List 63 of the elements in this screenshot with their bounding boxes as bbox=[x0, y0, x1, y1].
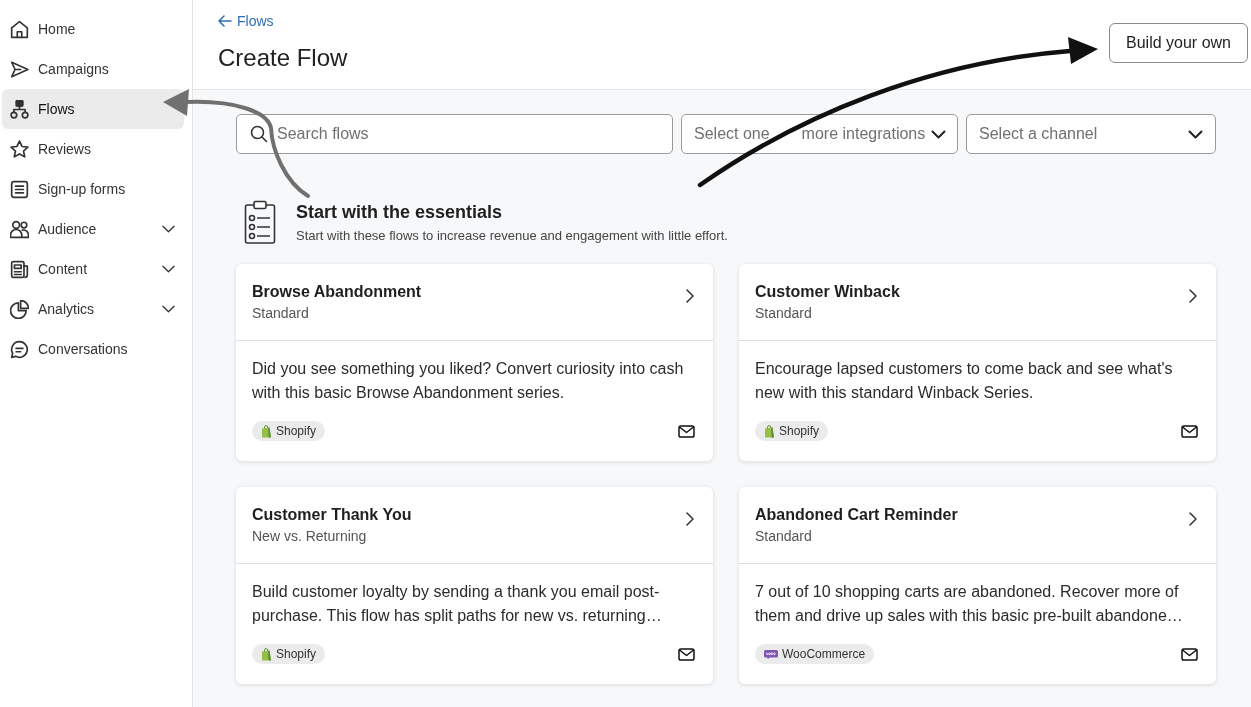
card-subtitle: New vs. Returning bbox=[252, 527, 368, 546]
hierarchy-icon bbox=[10, 99, 29, 119]
flow-card[interactable]: Abandoned Cart Reminder Standard 7 out of 10 shopping carts are abandoned. Recover more of them and drive up sales with this basic pre-built abandone… WooCommerce bbox=[739, 487, 1216, 684]
chevron-right-icon bbox=[686, 289, 694, 303]
mail-icon bbox=[1181, 424, 1198, 438]
search-icon bbox=[250, 125, 268, 143]
mail-icon bbox=[678, 647, 695, 661]
sidebar-item[interactable]: Audience bbox=[2, 209, 184, 249]
form-icon bbox=[10, 179, 29, 199]
mail-icon bbox=[1181, 647, 1198, 661]
clipboard-checklist-icon bbox=[244, 200, 276, 244]
sidebar-item[interactable]: Flows bbox=[2, 89, 184, 129]
shopping-bag-icon bbox=[261, 424, 272, 438]
home-icon bbox=[10, 19, 29, 39]
section-subtitle: Start with these flows to increase revenue and engagement with little effort. bbox=[296, 227, 728, 245]
search-field[interactable]: Search flows bbox=[236, 114, 673, 154]
integration-name: WooCommerce bbox=[782, 646, 866, 663]
card-title: Customer Thank You bbox=[252, 505, 412, 525]
card-subtitle: Standard bbox=[755, 527, 813, 546]
chevron-right-icon bbox=[686, 512, 694, 526]
integration-name: Shopify bbox=[276, 423, 317, 440]
section-title: Start with the essentials bbox=[296, 201, 504, 224]
chat-bubble-icon bbox=[10, 339, 29, 359]
flow-card[interactable]: Browse Abandonment Standard Did you see something you liked? Convert curiosity into cash with this basic Browse Abandonment series. Shopify bbox=[236, 264, 713, 461]
card-description: Encourage lapsed customers to come back and see what's new with this standard Winback Series. bbox=[755, 359, 1174, 403]
filter-dropdown[interactable]: Select a channel bbox=[966, 114, 1216, 154]
flow-card[interactable]: Customer Thank You New vs. Returning Build customer loyalty by sending a thank you email post-purchase. This flow has split paths for new vs. returning… Shopify bbox=[236, 487, 713, 684]
sidebar-item[interactable]: Home bbox=[2, 9, 184, 49]
back-link[interactable]: Flows bbox=[218, 11, 274, 31]
shopping-bag-icon bbox=[261, 647, 272, 661]
chevron-down-icon bbox=[931, 129, 947, 139]
shopping-bag-icon bbox=[764, 424, 775, 438]
store-logo-icon bbox=[764, 649, 778, 659]
card-title: Abandoned Cart Reminder bbox=[755, 505, 958, 525]
sidebar-item[interactable]: Reviews bbox=[2, 129, 184, 169]
sidebar-item[interactable]: Analytics bbox=[2, 289, 184, 329]
filter-dropdown[interactable]: Select one more integrations bbox=[681, 114, 958, 154]
build-your-own-button[interactable]: Build your own bbox=[1109, 23, 1248, 63]
integration-name: Shopify bbox=[276, 646, 317, 663]
pie-chart-icon bbox=[10, 299, 29, 319]
card-subtitle: Standard bbox=[755, 304, 813, 323]
card-title: Customer Winback bbox=[755, 282, 900, 302]
chevron-right-icon bbox=[1189, 289, 1197, 303]
card-subtitle: Standard bbox=[252, 304, 310, 323]
chevron-down-icon bbox=[1188, 129, 1203, 139]
page-title: Create Flow bbox=[218, 43, 348, 73]
chevron-right-icon bbox=[1189, 512, 1197, 526]
card-description: 7 out of 10 shopping carts are abandoned. Recover more of them and drive up sales with this basic pre-built abandone… bbox=[755, 582, 1184, 626]
card-description: Build customer loyalty by sending a thank you email post-purchase. This flow has split paths for new vs. returning… bbox=[252, 582, 663, 626]
arrow-left-icon bbox=[218, 15, 232, 27]
integration-name: Shopify bbox=[779, 423, 820, 440]
sidebar-item[interactable]: Sign-up forms bbox=[2, 169, 184, 209]
flow-card[interactable]: Customer Winback Standard Encourage lapsed customers to come back and see what's new with this standard Winback Series. Shopify bbox=[739, 264, 1216, 461]
send-icon bbox=[10, 59, 29, 79]
card-description: Did you see something you liked? Convert curiosity into cash with this basic Browse Abandonment series. bbox=[252, 359, 685, 403]
sidebar-item[interactable]: Campaigns bbox=[2, 49, 184, 89]
star-icon bbox=[10, 139, 29, 159]
sidebar-item[interactable]: Content bbox=[2, 249, 184, 289]
newspaper-icon bbox=[10, 259, 29, 279]
mail-icon bbox=[678, 424, 695, 438]
card-title: Browse Abandonment bbox=[252, 282, 422, 302]
people-icon bbox=[10, 219, 29, 239]
sidebar-item[interactable]: Conversations bbox=[2, 329, 184, 369]
